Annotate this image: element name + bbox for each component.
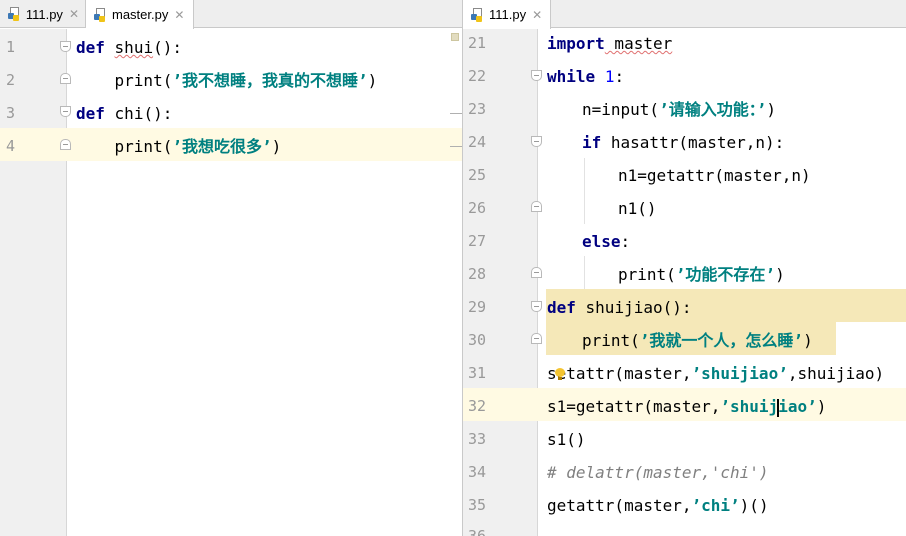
method-separator [450,113,462,114]
line-number: 22 [468,67,487,85]
tab-label: master.py [112,7,169,22]
code-line[interactable]: getattr(master,’chi’)() [547,489,769,522]
code-line[interactable]: s1=getattr(master,’shuijiao’) [547,390,826,423]
code-line[interactable]: n1() [618,192,657,225]
tab-label: 111.py [489,7,527,22]
tab-label: 111.py [25,6,63,22]
code-line[interactable]: print(’我不想睡，我真的不想睡’) [76,64,378,97]
fold-marker-icon[interactable] [531,201,542,212]
line-number: 2 [6,71,16,89]
tab-master-py[interactable]: master.py ✕ [86,0,194,29]
fold-marker-icon[interactable] [60,139,71,150]
indent-guide [584,256,585,289]
code-line[interactable]: print(’我想吃很多’) [76,130,282,163]
error-stripe-marker[interactable] [451,33,459,41]
tab-111-py[interactable]: 111.py ✕ [0,0,86,28]
code-line[interactable]: def chi(): [76,97,172,130]
code-line[interactable]: s1() [547,423,586,456]
fold-marker-icon[interactable] [531,301,542,312]
lightbulb-icon[interactable] [555,368,565,381]
code-line[interactable]: import master [547,27,672,60]
line-number: 32 [468,397,487,415]
line-number: 23 [468,100,487,118]
code-line[interactable]: if hasattr(master,n): [582,126,784,159]
method-separator [450,146,462,147]
line-number: 27 [468,232,487,250]
code-line[interactable]: n1=getattr(master,n) [618,159,811,192]
line-number: 33 [468,430,487,448]
tab-111-py[interactable]: 111.py ✕ [463,0,551,29]
python-file-icon [471,7,485,22]
line-number: 24 [468,133,487,151]
code-line[interactable]: def shuijiao(): [547,291,692,324]
line-number: 21 [468,34,487,52]
python-file-icon [8,7,22,21]
close-icon[interactable]: ✕ [174,8,184,22]
code-line[interactable]: else: [582,225,630,258]
line-number: 26 [468,199,487,217]
indent-guide [584,158,585,224]
line-number: 3 [6,104,16,122]
code-line[interactable]: setattr(master,’shuijiao’,shuijiao) [547,357,884,390]
line-number: 30 [468,331,487,349]
code-line[interactable]: print(’功能不存在’) [618,258,785,291]
fold-marker-icon[interactable] [60,41,71,52]
line-number: 31 [468,364,487,382]
fold-marker-icon[interactable] [531,267,542,278]
code-line[interactable]: def shui(): [76,31,182,64]
code-line[interactable]: n=input(’请输入功能：’) [582,93,776,126]
fold-marker-icon[interactable] [531,70,542,81]
close-icon[interactable]: ✕ [69,7,79,21]
python-file-icon [94,7,108,22]
line-number: 35 [468,496,487,514]
fold-marker-icon[interactable] [60,106,71,117]
fold-marker-icon[interactable] [531,333,542,344]
close-icon[interactable]: ✕ [532,8,542,22]
code-line[interactable]: print(’我就一个人，怎么睡’) [582,324,813,357]
right-tab-bar: 111.py ✕ [463,0,906,29]
code-line[interactable]: while 1: [547,60,624,93]
left-tab-bar: 111.py ✕ master.py ✕ [0,0,462,29]
line-number: 25 [468,166,487,184]
line-number: 28 [468,265,487,283]
line-number: 34 [468,463,487,481]
fold-marker-icon[interactable] [531,136,542,147]
line-number: 36 [468,527,487,536]
line-number: 4 [6,137,16,155]
line-number: 29 [468,298,487,316]
code-line[interactable]: # delattr(master,'chi') [547,456,769,489]
line-number: 1 [6,38,16,56]
fold-marker-icon[interactable] [60,73,71,84]
